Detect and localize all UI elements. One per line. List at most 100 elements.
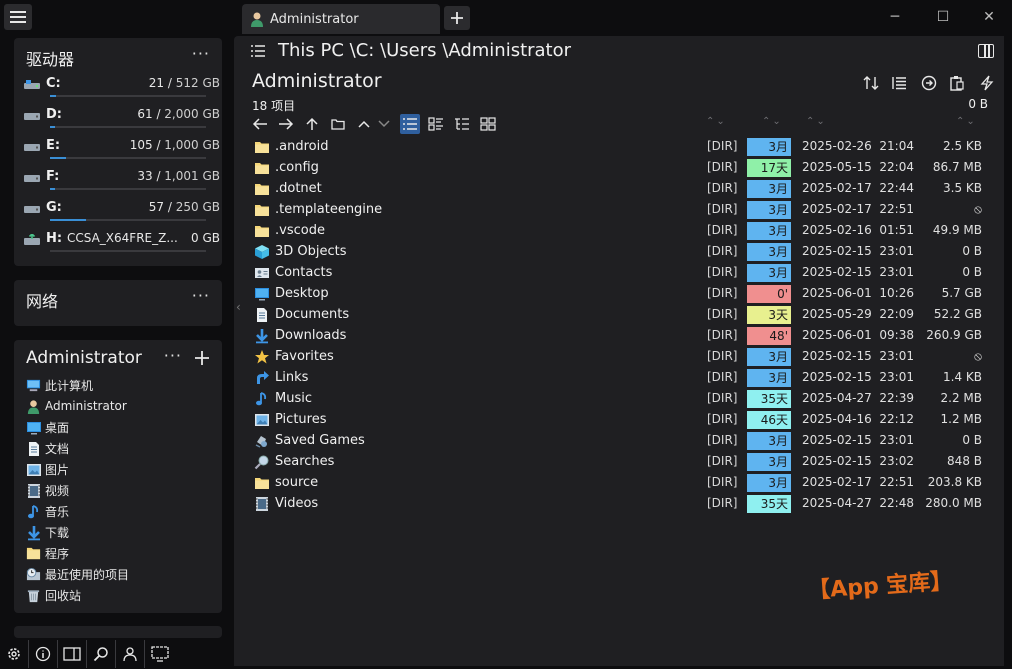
- age-sort-arrows[interactable]: ⌃⌄: [762, 116, 783, 127]
- file-time: 22:44: [879, 181, 914, 195]
- file-row[interactable]: .android [DIR] 3月 2025-02-26 21:04 2.5 KB: [254, 137, 990, 158]
- forward-button[interactable]: [276, 114, 296, 134]
- drives-more-button[interactable]: ···: [192, 44, 210, 63]
- settings-button[interactable]: [0, 639, 29, 668]
- file-row[interactable]: .templateengine [DIR] 3月 2025-02-17 22:51 ⦸: [254, 200, 990, 221]
- file-size: ⦸: [974, 349, 982, 363]
- partial-panel: [14, 626, 222, 638]
- user-panel-more-button[interactable]: ···: [164, 346, 182, 365]
- drive-item[interactable]: E: 105 / 1,000 GB: [24, 138, 220, 168]
- quick-access-item[interactable]: 文档: [26, 438, 69, 458]
- file-type: [DIR]: [707, 181, 738, 195]
- file-age-badge: 3月: [747, 222, 791, 240]
- file-date: 2025-06-01: [802, 328, 872, 342]
- file-name: .vscode: [275, 223, 325, 238]
- quick-access-item[interactable]: Administrator: [26, 396, 127, 416]
- file-row[interactable]: .vscode [DIR] 3月 2025-02-16 01:51 49.9 MB: [254, 221, 990, 242]
- file-date: 2025-04-27: [802, 496, 872, 510]
- address-bar[interactable]: This PC \C: \Users \Administrator: [278, 40, 571, 61]
- type-sort-arrows[interactable]: ⌃⌄: [706, 116, 727, 127]
- date-sort-arrows[interactable]: ⌃⌄: [806, 116, 827, 127]
- quick-access-item[interactable]: 音乐: [26, 501, 69, 521]
- details-button[interactable]: [890, 74, 908, 92]
- file-age-badge: 3月: [747, 243, 791, 261]
- new-tab-button[interactable]: [444, 6, 470, 30]
- file-row[interactable]: Searches [DIR] 3月 2025-02-15 23:02 848 B: [254, 452, 990, 473]
- user-panel-add-button[interactable]: [194, 350, 210, 369]
- folder-icon: [254, 475, 270, 491]
- quick-access-item[interactable]: 此计算机: [26, 375, 93, 395]
- file-row[interactable]: .config [DIR] 17天 2025-05-15 22:04 86.7 MB: [254, 158, 990, 179]
- view-tree-button[interactable]: [452, 114, 472, 134]
- quick-access-item[interactable]: 下载: [26, 522, 69, 542]
- drive-item[interactable]: G: 57 / 250 GB: [24, 200, 220, 230]
- drive-item[interactable]: H: CCSA_X64FRE_Z... 0 GB: [24, 231, 220, 261]
- quick-access-item[interactable]: 图片: [26, 459, 69, 479]
- search-button[interactable]: [87, 639, 116, 668]
- minimize-button[interactable]: ─: [872, 6, 918, 28]
- view-tiles-button[interactable]: [426, 114, 446, 134]
- quick-access-label: 回收站: [45, 588, 82, 603]
- file-row[interactable]: Videos [DIR] 35天 2025-04-27 22:48 280.0 MB: [254, 494, 990, 515]
- selected-size: 0 B: [968, 97, 988, 111]
- network-more-button[interactable]: ···: [192, 286, 210, 305]
- circle-arrow-icon: [921, 75, 937, 91]
- scrollbar[interactable]: [1004, 36, 1012, 666]
- view-grid-button[interactable]: [478, 114, 498, 134]
- quick-access-item[interactable]: 最近使用的项目: [26, 564, 129, 584]
- drive-item[interactable]: F: 33 / 1,001 GB: [24, 169, 220, 199]
- file-row[interactable]: Pictures [DIR] 46天 2025-04-16 22:12 1.2 MB: [254, 410, 990, 431]
- list-menu-icon[interactable]: [250, 44, 266, 58]
- file-row[interactable]: Music [DIR] 35天 2025-04-27 22:39 2.2 MB: [254, 389, 990, 410]
- size-sort-arrows[interactable]: ⌃⌄: [956, 116, 977, 127]
- drive-item[interactable]: D: 61 / 2,000 GB: [24, 107, 220, 137]
- file-name: Downloads: [275, 328, 347, 343]
- file-row[interactable]: source [DIR] 3月 2025-02-17 22:51 203.8 KB: [254, 473, 990, 494]
- user-panel-title: Administrator: [26, 348, 142, 368]
- quick-access-item[interactable]: 视频: [26, 480, 69, 500]
- screen-button[interactable]: [145, 640, 174, 668]
- hamburger-menu-button[interactable]: [4, 4, 32, 30]
- drive-letter: C:: [46, 76, 61, 91]
- quick-access-label: 此计算机: [45, 378, 94, 393]
- file-row[interactable]: Favorites [DIR] 3月 2025-02-15 23:01 ⦸: [254, 347, 990, 368]
- sort-button[interactable]: [862, 74, 880, 92]
- view-details-button[interactable]: [400, 114, 420, 134]
- quick-access-item[interactable]: 回收站: [26, 585, 81, 605]
- quick-access-item[interactable]: 程序: [26, 543, 69, 563]
- navigate-button[interactable]: [920, 74, 938, 92]
- expand-button[interactable]: [374, 114, 394, 134]
- file-date: 2025-02-17: [802, 202, 872, 216]
- up-button[interactable]: [302, 114, 322, 134]
- file-row[interactable]: Downloads [DIR] 48' 2025-06-01 09:38 260.9 G…: [254, 326, 990, 347]
- file-row[interactable]: Links [DIR] 3月 2025-02-15 23:01 1.4 KB: [254, 368, 990, 389]
- file-type: [DIR]: [707, 412, 738, 426]
- new-folder-button[interactable]: [328, 114, 348, 134]
- collapse-button[interactable]: [354, 114, 374, 134]
- drive-item[interactable]: C: 21 / 512 GB: [24, 76, 220, 106]
- preview-pane-button[interactable]: [58, 639, 87, 668]
- info-button[interactable]: [29, 639, 58, 668]
- arrow-right-icon: [279, 118, 294, 130]
- file-row[interactable]: Contacts [DIR] 3月 2025-02-15 23:01 0 B: [254, 263, 990, 284]
- drives-title: 驱动器: [26, 50, 75, 69]
- file-date: 2025-05-15: [802, 160, 872, 174]
- file-row[interactable]: .dotnet [DIR] 3月 2025-02-17 22:44 3.5 KB: [254, 179, 990, 200]
- tab-administrator[interactable]: Administrator: [242, 4, 440, 34]
- close-button[interactable]: ✕: [966, 6, 1012, 28]
- file-row[interactable]: Documents [DIR] 3天 2025-05-29 22:09 52.2 GB: [254, 305, 990, 326]
- file-name: Pictures: [275, 412, 327, 427]
- user-switch-button[interactable]: [116, 639, 145, 668]
- clipboard-button[interactable]: [948, 74, 966, 92]
- file-row[interactable]: Saved Games [DIR] 3月 2025-02-15 23:01 0 B: [254, 431, 990, 452]
- maximize-button[interactable]: ☐: [920, 6, 966, 28]
- panel-collapse-handle[interactable]: ‹: [236, 300, 241, 314]
- file-row[interactable]: 3D Objects [DIR] 3月 2025-02-15 23:01 0 B: [254, 242, 990, 263]
- file-row[interactable]: Desktop [DIR] 0' 2025-06-01 10:26 5.7 GB: [254, 284, 990, 305]
- split-view-icon[interactable]: [978, 44, 994, 58]
- file-age-badge: 3月: [747, 453, 791, 471]
- back-button[interactable]: [250, 114, 270, 134]
- system-drive-icon: [24, 79, 40, 89]
- quick-action-button[interactable]: [978, 74, 996, 92]
- quick-access-item[interactable]: 桌面: [26, 417, 69, 437]
